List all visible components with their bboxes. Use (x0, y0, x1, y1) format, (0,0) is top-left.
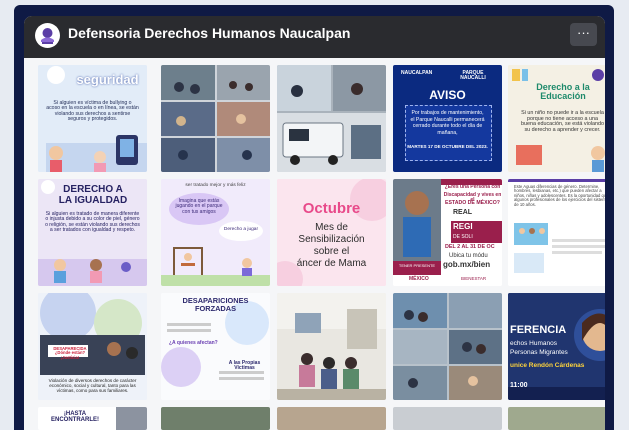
post-tile-seguridad[interactable]: seguridad Si alguien es víctima de bully… (38, 65, 147, 172)
igualdad-heading: DERECHO A LA IGUALDAD (58, 184, 128, 206)
octubre-line5: áncer de Mama (296, 258, 367, 269)
hasta-encontrarle-image (116, 407, 147, 430)
post-tile-row4-4[interactable] (393, 407, 502, 430)
desapariciones-sub: ¿A quienes afectan? (169, 340, 218, 346)
jugar-bubble-text: Imagina que estás jugando en el parque c… (175, 198, 223, 215)
discapacidad-ubica: Ubica tu módu (449, 253, 488, 259)
post-tile-photo-event[interactable] (393, 293, 502, 400)
post-tile-desaparecidos[interactable]: DESAPARECIDA ¿Dónde están? ¡Justicia! Vi… (38, 293, 147, 400)
discapacidad-q3: ESTADO DE MÉXICO? (445, 200, 500, 206)
octubre-title: Octubre (302, 200, 361, 217)
discapacidad-q1: ¿Eres una Persona con (444, 184, 501, 190)
feed-header: Defensoria Derechos Humanos Naucalpan ··… (24, 16, 605, 58)
post-tile-conferencia[interactable]: FERENCIA echos Humanos Personas Migrante… (508, 293, 605, 400)
octubre-line2: Mes de (315, 222, 348, 233)
discapacidad-reg1: REAL (453, 209, 473, 216)
aviso-logo: NAUCALPAN (401, 70, 433, 76)
post-tile-photo-classroom[interactable] (161, 65, 270, 172)
post-tile-row4-5[interactable] (508, 407, 605, 430)
avatar-logo-icon (35, 23, 60, 48)
discapacidad-tag: TENER PRESENTE (398, 263, 436, 268)
seguridad-body: Si alguien es víctima de bullying o acos… (46, 100, 139, 123)
aviso-body: Por trabajos de mantenimiento, el Parque… (410, 110, 485, 136)
hasta-encontrarle-heading: ¡HASTA ENCONTRARLE! (51, 411, 99, 424)
embed-frame: Defensoria Derechos Humanos Naucalpan ··… (14, 5, 614, 430)
post-tile-photo-vehicle[interactable] (277, 65, 386, 172)
post-tile-educacion[interactable]: Derecho a la Educación Si un niño no pue… (508, 65, 605, 172)
igualdad-body: Si alguien es tratado de manera diferent… (45, 211, 140, 234)
post-tile-infografia[interactable]: Este Aguas diferencias de género. Determ… (508, 179, 605, 286)
post-tile-photo-meeting[interactable] (277, 293, 386, 400)
classroom-photo-collage (161, 65, 270, 172)
discapacidad-url: gob.mx/bien (443, 260, 491, 269)
post-grid: seguridad Si alguien es víctima de bully… (24, 58, 605, 430)
desaparecidos-body: Violación de diversos derechos de caráct… (48, 378, 137, 393)
discapacidad-footer1: MÉXICO (409, 276, 429, 282)
page-title[interactable]: Defensoria Derechos Humanos Naucalpan (68, 25, 350, 41)
more-options-label: ··· (577, 25, 590, 40)
jugar-illustration (161, 179, 270, 286)
post-tile-row4-2[interactable] (161, 407, 270, 430)
conferencia-name: unice Rendón Cárdenas (510, 362, 585, 369)
discapacidad-dates: DEL 2 AL 31 DE OC (445, 244, 495, 250)
post-tile-jugar[interactable]: ser tratado mejor y más feliz Imagina qu… (161, 179, 270, 286)
conferencia-time: 11:00 (510, 382, 528, 389)
educacion-body: Si un niño no puede ir a la escuela porq… (520, 110, 605, 134)
jugar-bubble2-text: Derecho a jugar (223, 227, 259, 232)
vehicle-photo-collage (277, 65, 386, 172)
discapacidad-reg2: REGI (453, 222, 473, 231)
seguridad-heading: seguridad (76, 72, 139, 87)
desaparecidos-sign: DESAPARECIDA ¿Dónde están? ¡Justicia! (53, 346, 87, 360)
post-tile-row4-3[interactable] (277, 407, 386, 430)
meeting-photo (277, 293, 386, 400)
post-tile-igualdad[interactable]: DERECHO A LA IGUALDAD Si alguien es trat… (38, 179, 147, 286)
post-tile-discapacidad[interactable]: ¿Eres una Persona con Discapacidad y viv… (393, 179, 502, 286)
desapariciones-heading: DESAPARICIONES FORZADAS (182, 296, 249, 313)
post-tile-aviso[interactable]: NAUCALPAN PARQUE NAUCALLI AVISO Por trab… (393, 65, 502, 172)
post-tile-hasta-encontrarle[interactable]: ¡HASTA ENCONTRARLE! (38, 407, 147, 430)
aviso-date: MARTES 17 DE OCTUBRE DEL 2023. (407, 144, 488, 149)
avatar[interactable] (35, 23, 60, 48)
aviso-heading: AVISO (429, 88, 466, 102)
educacion-heading: Derecho a la Educación (536, 82, 590, 102)
octubre-line4: sobre el (313, 246, 350, 257)
conferencia-line1: FERENCIA (510, 324, 567, 336)
post-tile-desapariciones-forzadas[interactable]: DESAPARICIONES FORZADAS ¿A quienes afect… (161, 293, 270, 400)
more-options-button[interactable]: ··· (570, 23, 597, 46)
octubre-line3: Sensibilización (298, 234, 365, 245)
infografia-text: Este Aguas diferencias de género. Determ… (514, 184, 605, 207)
discapacidad-reg3: DE SOLI (453, 234, 473, 240)
desapariciones-sub2: A las Propias Víctimas (228, 360, 261, 372)
aviso-logo-parque: PARQUE NAUCALLI (460, 70, 486, 82)
post-tile-octubre[interactable]: Octubre Mes de Sensibilización sobre el … (277, 179, 386, 286)
jugar-top-text: ser tratado mejor y más feliz (185, 183, 246, 188)
instagram-feed-widget: Defensoria Derechos Humanos Naucalpan ··… (24, 16, 605, 430)
conferencia-line3: Personas Migrantes (510, 349, 568, 356)
event-photo-collage (393, 293, 502, 400)
conferencia-line2: echos Humanos (510, 340, 557, 347)
discapacidad-footer2: BIENESTAR (461, 276, 487, 281)
